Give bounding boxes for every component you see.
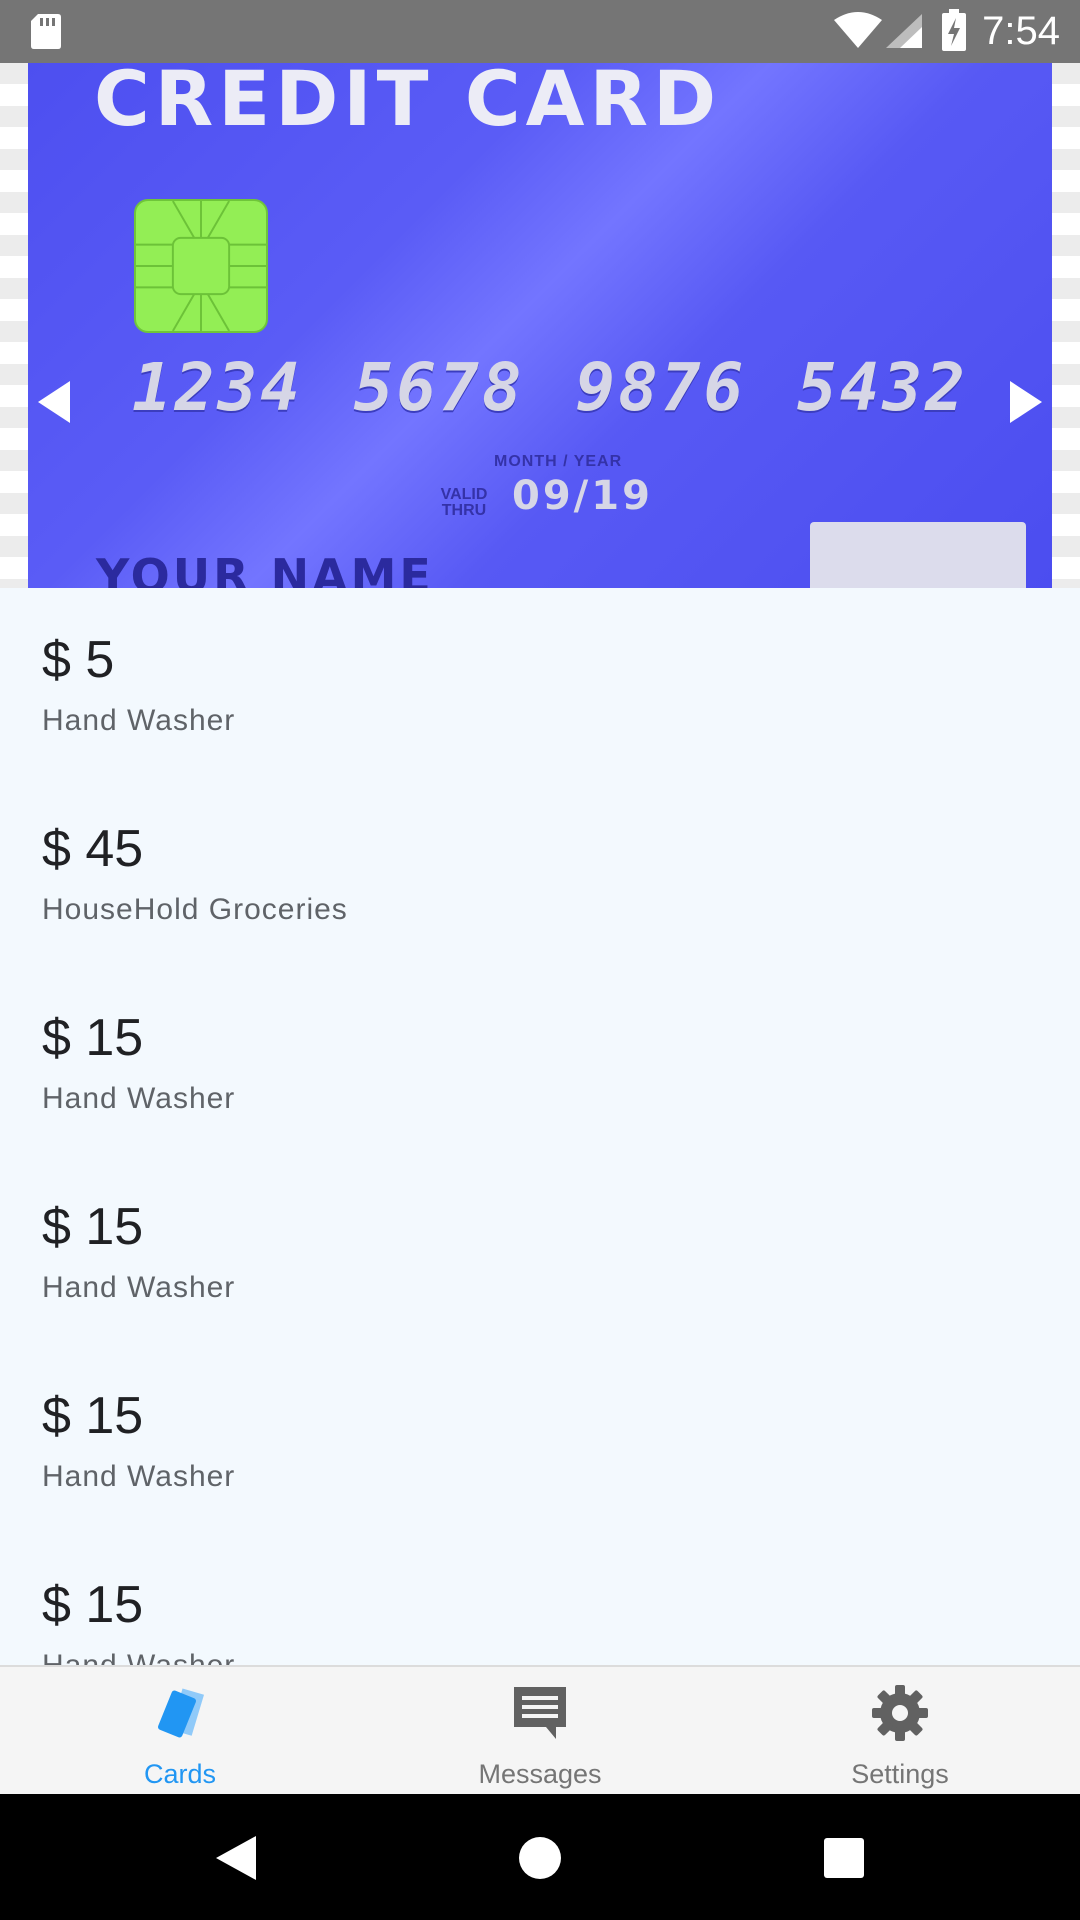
card-expiry: 09/19	[512, 473, 653, 519]
status-bar: 7:54	[0, 0, 1080, 63]
transaction-label: HouseHold Groceries	[42, 893, 348, 926]
list-item[interactable]: $ 15 Hand Washer	[42, 1344, 1042, 1533]
cards-icon	[157, 1688, 205, 1738]
transaction-amount: $ 5	[42, 631, 115, 689]
tab-messages[interactable]: Messages	[360, 1667, 720, 1794]
transaction-amount: $ 15	[42, 1387, 144, 1445]
valid-thru-label: VALID THRU	[440, 486, 488, 519]
card-holder-name: YOUR NAME	[96, 549, 434, 588]
tab-cards[interactable]: Cards	[0, 1667, 360, 1794]
list-item[interactable]: $ 5 Hand Washer	[42, 588, 1042, 777]
list-item[interactable]: $ 15 Hand Washer	[42, 1533, 1042, 1665]
sd-card-icon	[31, 14, 61, 49]
status-clock: 7:54	[982, 9, 1060, 53]
card-signature-box	[810, 522, 1026, 588]
transaction-list[interactable]: $ 5 Hand Washer $ 45 HouseHold Groceries…	[0, 588, 1080, 1665]
bottom-navigation: Cards Messages Settings	[0, 1665, 1080, 1794]
transaction-label: Hand Washer	[42, 1649, 235, 1665]
tab-cards-label: Cards	[143, 1759, 217, 1789]
transaction-label: Hand Washer	[42, 1271, 236, 1304]
tab-messages-label: Messages	[478, 1759, 602, 1789]
back-icon[interactable]	[206, 1828, 266, 1888]
transaction-label: Hand Washer	[42, 1460, 236, 1493]
message-icon	[514, 1687, 566, 1739]
card-number: 1234 5678 9876 5432	[132, 349, 968, 426]
card-carousel[interactable]: CREDIT CARD 1234 5678 9876 5432 MONTH / …	[0, 63, 1080, 588]
transaction-amount: $ 45	[42, 820, 144, 878]
transaction-amount: $ 15	[42, 1198, 144, 1256]
expiry-caption: MONTH / YEAR	[494, 453, 623, 470]
previous-arrow-icon[interactable]	[36, 379, 76, 425]
wifi-icon	[834, 12, 882, 48]
transaction-amount: $ 15	[42, 1009, 144, 1067]
list-item[interactable]: $ 15 Hand Washer	[42, 1155, 1042, 1344]
credit-card-image[interactable]: CREDIT CARD 1234 5678 9876 5432 MONTH / …	[28, 63, 1052, 588]
cell-signal-icon	[886, 14, 922, 48]
home-icon[interactable]	[510, 1828, 570, 1888]
battery-charging-icon	[942, 9, 966, 51]
list-item[interactable]: $ 45 HouseHold Groceries	[42, 777, 1042, 966]
transaction-label: Hand Washer	[42, 704, 236, 737]
transaction-label: Hand Washer	[42, 1082, 236, 1115]
card-title: CREDIT CARD	[94, 63, 722, 143]
tab-settings-label: Settings	[851, 1759, 949, 1789]
gear-icon	[872, 1685, 928, 1741]
recents-icon[interactable]	[814, 1828, 874, 1888]
tab-settings[interactable]: Settings	[720, 1667, 1080, 1794]
next-arrow-icon[interactable]	[1004, 379, 1044, 425]
card-chip-icon	[134, 199, 268, 333]
list-item[interactable]: $ 15 Hand Washer	[42, 966, 1042, 1155]
transaction-amount: $ 15	[42, 1576, 144, 1634]
system-navigation-bar	[0, 1794, 1080, 1920]
